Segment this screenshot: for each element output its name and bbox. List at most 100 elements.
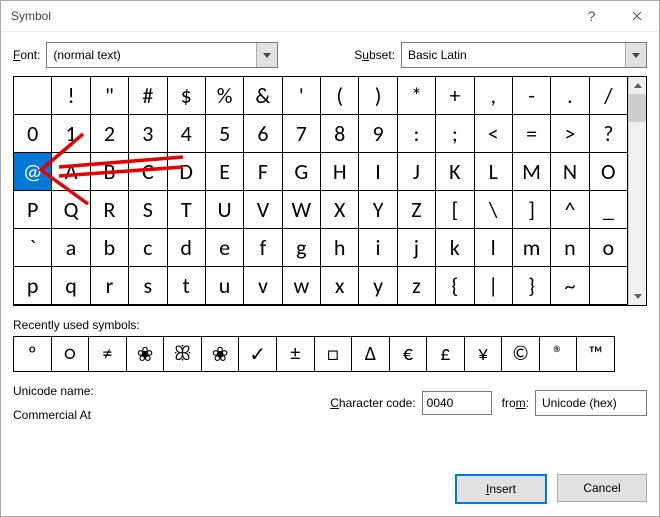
close-button[interactable] — [614, 1, 659, 31]
symbol-cell[interactable]: L — [475, 153, 513, 191]
symbol-cell[interactable]: | — [475, 267, 513, 305]
symbol-cell[interactable]: { — [436, 267, 474, 305]
symbol-cell[interactable] — [14, 77, 52, 115]
symbol-cell[interactable]: o — [590, 229, 628, 267]
symbol-cell[interactable]: 1 — [52, 115, 90, 153]
symbol-cell[interactable]: 8 — [321, 115, 359, 153]
symbol-cell[interactable]: G — [283, 153, 321, 191]
symbol-cell[interactable]: F — [244, 153, 282, 191]
recent-symbol-cell[interactable]: ꕥ — [164, 337, 202, 371]
symbol-cell[interactable]: S — [129, 191, 167, 229]
symbol-cell[interactable]: & — [244, 77, 282, 115]
recent-symbol-cell[interactable]: £ — [427, 337, 465, 371]
symbol-cell[interactable]: v — [244, 267, 282, 305]
symbol-cell[interactable]: t — [168, 267, 206, 305]
symbol-cell[interactable]: , — [475, 77, 513, 115]
symbol-cell[interactable]: s — [129, 267, 167, 305]
symbol-cell[interactable]: ! — [52, 77, 90, 115]
chevron-down-icon[interactable] — [625, 43, 646, 67]
symbol-cell[interactable]: 6 — [244, 115, 282, 153]
symbol-cell[interactable]: r — [91, 267, 129, 305]
symbol-cell[interactable]: z — [398, 267, 436, 305]
symbol-cell[interactable]: : — [398, 115, 436, 153]
recent-symbol-cell[interactable]: ® — [540, 337, 578, 371]
symbol-cell[interactable]: ' — [283, 77, 321, 115]
symbol-cell[interactable]: ; — [436, 115, 474, 153]
symbol-cell[interactable] — [590, 267, 628, 305]
symbol-cell[interactable]: " — [91, 77, 129, 115]
symbol-cell[interactable]: 2 — [91, 115, 129, 153]
symbol-cell[interactable]: = — [513, 115, 551, 153]
symbol-cell[interactable]: $ — [168, 77, 206, 115]
symbol-cell[interactable]: i — [359, 229, 397, 267]
symbol-cell[interactable]: Q — [52, 191, 90, 229]
recent-symbol-cell[interactable]: ○ — [52, 337, 90, 371]
recent-symbol-cell[interactable]: ± — [277, 337, 315, 371]
recent-symbol-cell[interactable]: º — [14, 337, 52, 371]
symbol-cell[interactable]: 7 — [283, 115, 321, 153]
scroll-down-button[interactable] — [629, 288, 646, 305]
font-input[interactable] — [47, 43, 256, 67]
symbol-cell[interactable]: 5 — [206, 115, 244, 153]
symbol-cell[interactable]: p — [14, 267, 52, 305]
symbol-cell[interactable]: \ — [475, 191, 513, 229]
symbol-cell[interactable]: O — [590, 153, 628, 191]
symbol-cell[interactable]: < — [475, 115, 513, 153]
symbol-cell[interactable]: [ — [436, 191, 474, 229]
symbol-cell[interactable]: ( — [321, 77, 359, 115]
symbol-cell[interactable]: X — [321, 191, 359, 229]
recent-symbol-cell[interactable]: Δ — [352, 337, 390, 371]
font-combo[interactable] — [46, 42, 278, 68]
symbol-cell[interactable]: @ — [14, 153, 52, 191]
recent-symbol-cell[interactable]: □ — [315, 337, 353, 371]
from-input[interactable] — [536, 391, 660, 415]
symbol-cell[interactable]: _ — [590, 191, 628, 229]
symbol-cell[interactable]: e — [206, 229, 244, 267]
symbol-cell[interactable]: C — [129, 153, 167, 191]
subset-input[interactable] — [402, 43, 625, 67]
scrollbar[interactable] — [628, 77, 646, 305]
symbol-cell[interactable]: b — [91, 229, 129, 267]
symbol-cell[interactable]: k — [436, 229, 474, 267]
subset-combo[interactable] — [401, 42, 647, 68]
symbol-cell[interactable]: a — [52, 229, 90, 267]
symbol-cell[interactable]: ) — [359, 77, 397, 115]
symbol-grid[interactable]: !"#$%&'()*+,-./0123456789:;<=>?@ABCDEFGH… — [14, 77, 628, 305]
symbol-cell[interactable]: P — [14, 191, 52, 229]
symbol-cell[interactable]: V — [244, 191, 282, 229]
symbol-cell[interactable]: N — [551, 153, 589, 191]
recent-symbol-cell[interactable]: ❀ — [127, 337, 165, 371]
symbol-cell[interactable]: E — [206, 153, 244, 191]
symbol-cell[interactable]: K — [436, 153, 474, 191]
symbol-cell[interactable]: 4 — [168, 115, 206, 153]
symbol-cell[interactable]: u — [206, 267, 244, 305]
chevron-down-icon[interactable] — [256, 43, 277, 67]
recent-symbol-cell[interactable]: ™ — [577, 337, 614, 371]
symbol-cell[interactable]: g — [283, 229, 321, 267]
symbol-cell[interactable]: J — [398, 153, 436, 191]
symbol-cell[interactable]: 3 — [129, 115, 167, 153]
symbol-cell[interactable]: c — [129, 229, 167, 267]
symbol-cell[interactable]: x — [321, 267, 359, 305]
symbol-cell[interactable]: n — [551, 229, 589, 267]
symbol-cell[interactable]: B — [91, 153, 129, 191]
symbol-cell[interactable]: q — [52, 267, 90, 305]
symbol-cell[interactable]: R — [91, 191, 129, 229]
symbol-cell[interactable]: ~ — [551, 267, 589, 305]
symbol-cell[interactable]: ` — [14, 229, 52, 267]
symbol-cell[interactable]: l — [475, 229, 513, 267]
symbol-cell[interactable]: w — [283, 267, 321, 305]
symbol-cell[interactable]: > — [551, 115, 589, 153]
scroll-track[interactable] — [629, 94, 646, 288]
symbol-cell[interactable]: 0 — [14, 115, 52, 153]
symbol-cell[interactable]: ^ — [551, 191, 589, 229]
scroll-up-button[interactable] — [629, 77, 646, 94]
symbol-cell[interactable]: A — [52, 153, 90, 191]
symbol-cell[interactable]: D — [168, 153, 206, 191]
symbol-cell[interactable]: d — [168, 229, 206, 267]
symbol-cell[interactable]: + — [436, 77, 474, 115]
symbol-cell[interactable]: f — [244, 229, 282, 267]
recent-symbol-cell[interactable]: € — [390, 337, 428, 371]
recent-symbol-cell[interactable]: ¥ — [465, 337, 503, 371]
symbol-cell[interactable]: Z — [398, 191, 436, 229]
